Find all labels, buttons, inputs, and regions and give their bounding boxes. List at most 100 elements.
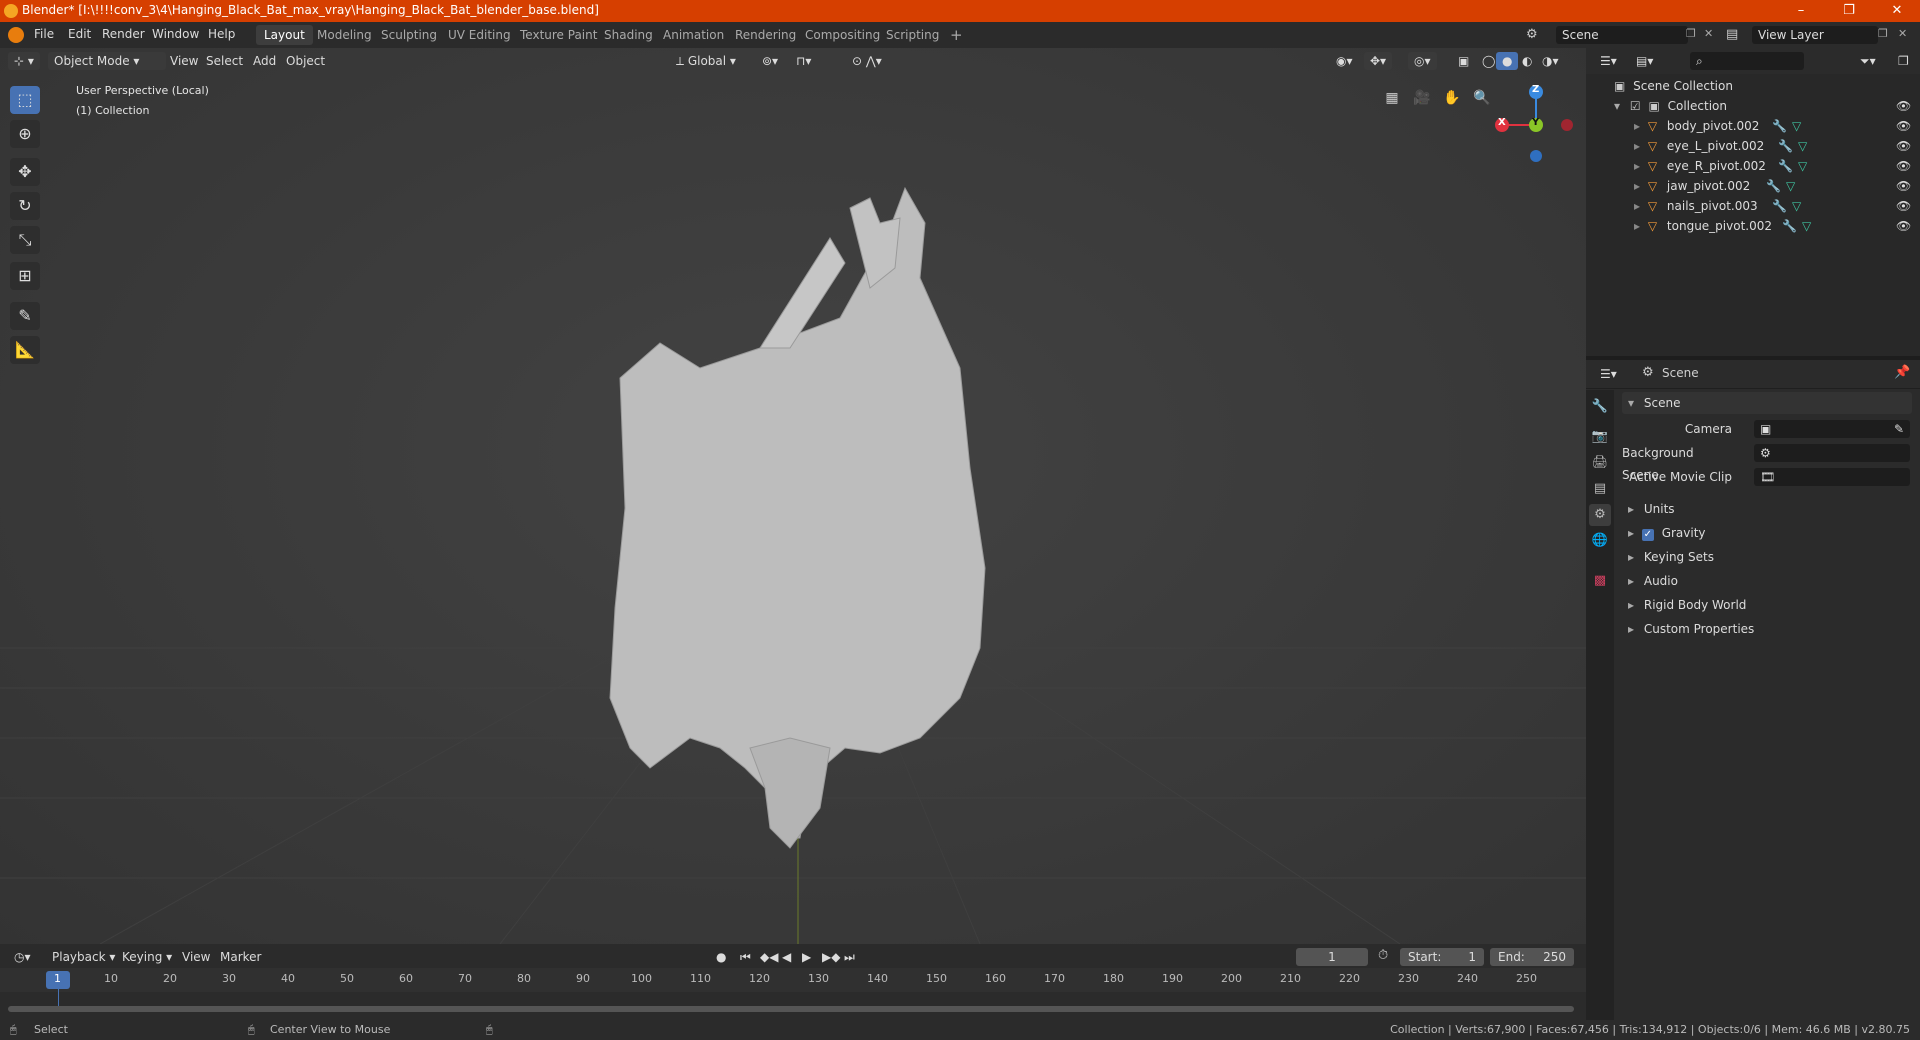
timeline-menu-marker[interactable]: Marker bbox=[214, 948, 267, 966]
outliner-object-row[interactable]: ▸ ▽ eye_R_pivot.002 🔧 ▽ 👁 bbox=[1586, 156, 1920, 176]
pan-view-icon[interactable]: ✋ bbox=[1440, 86, 1464, 110]
units-panel-header[interactable]: ▸ Units bbox=[1622, 498, 1912, 520]
outliner-search-input[interactable]: ⌕ bbox=[1690, 52, 1804, 70]
current-frame-field[interactable]: 1 bbox=[1296, 948, 1368, 966]
move-tool[interactable]: ✥ bbox=[10, 158, 40, 186]
timeline-scrollbar[interactable] bbox=[8, 1006, 1574, 1012]
scene-panel-header[interactable]: ▾ Scene bbox=[1622, 392, 1912, 414]
new-collection-icon[interactable]: ❐ bbox=[1892, 52, 1915, 70]
scene-name-field[interactable]: Scene bbox=[1556, 26, 1688, 44]
visibility-eye-icon[interactable]: 👁 bbox=[1896, 176, 1911, 196]
camera-view-icon[interactable]: 🎥 bbox=[1410, 86, 1434, 110]
expand-arrow-icon[interactable]: ▸ bbox=[1634, 159, 1640, 173]
outliner-scene-collection[interactable]: ▣ Scene Collection bbox=[1586, 76, 1920, 96]
record-button[interactable]: ● bbox=[710, 948, 732, 966]
timeline-menu-playback[interactable]: Playback ▾ bbox=[46, 948, 121, 966]
visibility-eye-icon[interactable]: 👁 bbox=[1896, 216, 1911, 236]
editor-type-icon[interactable]: ⊹ ▾ bbox=[8, 52, 40, 70]
3d-viewport[interactable]: X Y Z ⊹ ▾ Object Mode ▾ View Select Add … bbox=[0, 48, 1586, 944]
custom-properties-panel-header[interactable]: ▸ Custom Properties bbox=[1622, 618, 1912, 640]
add-workspace-button[interactable]: + bbox=[942, 25, 971, 45]
pin-icon[interactable]: 📌 bbox=[1894, 365, 1910, 380]
timeline-menu-view[interactable]: View bbox=[176, 948, 216, 966]
mesh-data-icon[interactable]: ▽ bbox=[1786, 176, 1795, 196]
expand-arrow-icon[interactable]: ▾ bbox=[1614, 99, 1620, 113]
delete-view-layer-icon[interactable]: ✕ bbox=[1898, 27, 1907, 40]
zoom-view-icon[interactable]: 🔍 bbox=[1470, 86, 1494, 110]
gravity-panel-header[interactable]: ▸ ✓ Gravity bbox=[1622, 522, 1912, 544]
visibility-eye-icon[interactable]: 👁 bbox=[1896, 156, 1911, 176]
render-tab-icon[interactable]: 📷 bbox=[1589, 426, 1611, 448]
keying-sets-panel-header[interactable]: ▸ Keying Sets bbox=[1622, 546, 1912, 568]
xray-toggle-icon[interactable]: ▣ bbox=[1452, 52, 1475, 70]
tab-scripting[interactable]: Scripting bbox=[878, 25, 947, 45]
rigid-body-world-panel-header[interactable]: ▸ Rigid Body World bbox=[1622, 594, 1912, 616]
world-tab-icon[interactable]: 🌐 bbox=[1589, 530, 1611, 552]
tab-animation[interactable]: Animation bbox=[655, 25, 732, 45]
modifier-wrench-icon[interactable]: 🔧 bbox=[1766, 176, 1781, 196]
visibility-selectability-icon[interactable]: ◉▾ bbox=[1330, 52, 1359, 70]
tool-tab-icon[interactable]: 🔧 bbox=[1589, 396, 1611, 418]
outliner-editor-type-icon[interactable]: ☰▾ bbox=[1594, 52, 1623, 70]
gizmo-x-label[interactable]: X bbox=[1498, 117, 1506, 128]
gravity-checkbox[interactable]: ✓ bbox=[1641, 529, 1654, 541]
gizmo-z-label[interactable]: Z bbox=[1532, 84, 1539, 95]
tab-texture-paint[interactable]: Texture Paint bbox=[512, 25, 605, 45]
jump-end-button[interactable]: ⏭ bbox=[838, 948, 861, 966]
transform-orientation-dropdown[interactable]: ⟂ Global ▾ bbox=[670, 52, 758, 70]
modifier-wrench-icon[interactable]: 🔧 bbox=[1782, 216, 1797, 236]
outliner-object-row[interactable]: ▸ ▽ nails_pivot.003 🔧 ▽ 👁 bbox=[1586, 196, 1920, 216]
blender-menu-icon[interactable] bbox=[8, 27, 24, 43]
output-tab-icon[interactable]: 🖨 bbox=[1589, 452, 1611, 474]
viewport-menu-object[interactable]: Object bbox=[280, 52, 331, 70]
mode-selector[interactable]: Object Mode ▾ bbox=[48, 52, 166, 70]
mesh-data-icon[interactable]: ▽ bbox=[1792, 196, 1801, 216]
checkbox-icon[interactable]: ☑ bbox=[1630, 99, 1641, 113]
close-button[interactable]: ✕ bbox=[1874, 0, 1920, 22]
viewport-menu-select[interactable]: Select bbox=[200, 52, 249, 70]
transform-tool[interactable]: ⊞ bbox=[10, 262, 40, 290]
play-button[interactable]: ▶ bbox=[796, 948, 817, 966]
view-layer-tab-icon[interactable]: ▤ bbox=[1589, 478, 1611, 500]
viewport-menu-view[interactable]: View bbox=[164, 52, 204, 70]
modifier-wrench-icon[interactable]: 🔧 bbox=[1778, 156, 1793, 176]
outliner-object-row[interactable]: ▸ ▽ tongue_pivot.002 🔧 ▽ 👁 bbox=[1586, 216, 1920, 236]
start-frame-field[interactable]: Start: 1 bbox=[1400, 948, 1484, 966]
outliner-object-row[interactable]: ▸ ▽ jaw_pivot.002 🔧 ▽ 👁 bbox=[1586, 176, 1920, 196]
cursor-tool[interactable]: ⊕ bbox=[10, 120, 40, 148]
maximize-button[interactable]: ❐ bbox=[1826, 0, 1872, 22]
stopwatch-icon[interactable]: ⏱ bbox=[1378, 948, 1388, 963]
new-scene-icon[interactable]: ❐ bbox=[1686, 27, 1696, 40]
expand-arrow-icon[interactable]: ▸ bbox=[1634, 199, 1640, 213]
minimize-button[interactable]: – bbox=[1778, 0, 1824, 22]
gizmo-y-label[interactable]: Y bbox=[1532, 117, 1539, 128]
expand-arrow-icon[interactable]: ▸ bbox=[1634, 179, 1640, 193]
proportional-edit-icon[interactable]: ⊙ ⋀▾ bbox=[846, 52, 888, 70]
texture-tab-icon[interactable]: ▩ bbox=[1589, 570, 1611, 592]
scene-selector-icon[interactable]: ⚙ bbox=[1526, 27, 1542, 43]
modifier-wrench-icon[interactable]: 🔧 bbox=[1778, 136, 1793, 156]
tab-uv-editing[interactable]: UV Editing bbox=[440, 25, 519, 45]
visibility-eye-icon[interactable]: 👁 bbox=[1896, 136, 1911, 156]
mesh-data-icon[interactable]: ▽ bbox=[1798, 156, 1807, 176]
snap-icon[interactable]: ⊓▾ bbox=[790, 52, 818, 70]
modifier-wrench-icon[interactable]: 🔧 bbox=[1772, 116, 1787, 136]
menu-help[interactable]: Help bbox=[208, 27, 235, 41]
modifier-wrench-icon[interactable]: 🔧 bbox=[1772, 196, 1787, 216]
scale-tool[interactable]: ⤡ bbox=[10, 226, 40, 254]
expand-arrow-icon[interactable]: ▸ bbox=[1634, 119, 1640, 133]
camera-field[interactable]: ▣ ✎ bbox=[1754, 420, 1910, 438]
tab-compositing[interactable]: Compositing bbox=[797, 25, 888, 45]
outliner-filter-icon[interactable]: ⏷▾ bbox=[1854, 52, 1882, 70]
pivot-point-icon[interactable]: ⊚▾ bbox=[756, 52, 784, 70]
delete-scene-icon[interactable]: ✕ bbox=[1704, 27, 1713, 40]
outliner-object-row[interactable]: ▸ ▽ body_pivot.002 🔧 ▽ 👁 bbox=[1586, 116, 1920, 136]
mesh-data-icon[interactable]: ▽ bbox=[1802, 216, 1811, 236]
menu-file[interactable]: File bbox=[34, 27, 54, 41]
tab-rendering[interactable]: Rendering bbox=[727, 25, 804, 45]
active-movie-clip-field[interactable]: 🎞 bbox=[1754, 468, 1910, 486]
tab-sculpting[interactable]: Sculpting bbox=[373, 25, 445, 45]
viewport-menu-add[interactable]: Add bbox=[247, 52, 282, 70]
eyedropper-icon[interactable]: ✎ bbox=[1894, 420, 1904, 438]
menu-edit[interactable]: Edit bbox=[68, 27, 91, 41]
